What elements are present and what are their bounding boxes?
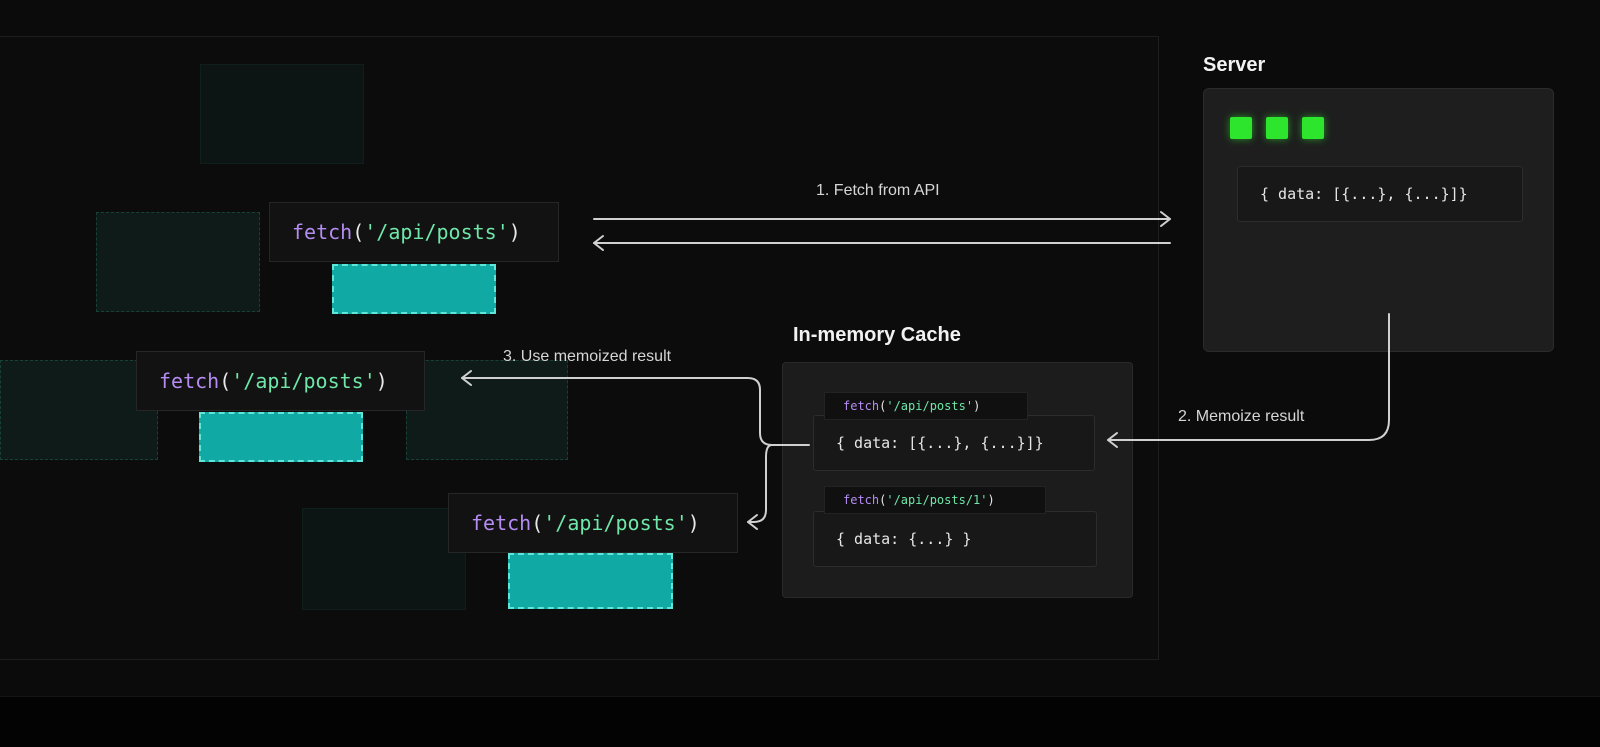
server-box: { data: [{...}, {...}]} (1203, 88, 1554, 352)
ghost-block (406, 360, 568, 460)
cache-key-paren-close: ) (973, 399, 981, 413)
fetch-paren-close: ) (508, 220, 521, 244)
cache-key-paren-close: ) (987, 493, 995, 507)
cache-key-paren-open: ( (879, 399, 887, 413)
status-light-icon (1266, 117, 1288, 139)
bottom-band (0, 696, 1600, 747)
cache-key-fn: fetch (843, 493, 880, 507)
cache-entry-value-text: { data: {...} } (836, 530, 972, 548)
fetch-paren-close: ) (687, 511, 700, 535)
component-block (508, 553, 673, 609)
step-label-memoize: 2. Memoize result (1178, 408, 1305, 425)
step-label-fetch: 1. Fetch from API (816, 182, 940, 199)
cache-entry-value-text: { data: [{...}, {...}]} (836, 434, 1044, 452)
server-response: { data: [{...}, {...}]} (1237, 166, 1523, 222)
fetch-fn: fetch (292, 220, 353, 244)
arrow-head-icon (1160, 211, 1171, 227)
fetch-call-card: fetch('/api/posts') (448, 493, 738, 553)
component-block (199, 412, 363, 462)
ghost-block (96, 212, 260, 312)
ghost-block (0, 360, 158, 460)
cache-entry-value: { data: [{...}, {...}]} (813, 415, 1095, 471)
fetch-call-card: fetch('/api/posts') (136, 351, 425, 411)
cache-entry-key: fetch('/api/posts/1') (824, 486, 1046, 514)
fetch-paren-close: ) (375, 369, 388, 393)
cache-key-arg: '/api/posts' (886, 399, 974, 413)
cache-key-arg: '/api/posts/1' (886, 493, 988, 507)
cache-entry-key: fetch('/api/posts') (824, 392, 1028, 420)
ghost-block (200, 64, 364, 164)
cache-box: { data: [{...}, {...}]} fetch('/api/post… (782, 362, 1133, 598)
fetch-paren-open: ( (531, 511, 544, 535)
fetch-fn: fetch (471, 511, 532, 535)
fetch-arg: '/api/posts' (543, 511, 688, 535)
cache-entry-value: { data: {...} } (813, 511, 1097, 567)
fetch-paren-open: ( (219, 369, 232, 393)
cache-key-fn: fetch (843, 399, 880, 413)
step-label-use-memoized: 3. Use memoized result (503, 348, 672, 365)
fetch-paren-open: ( (352, 220, 365, 244)
component-block (332, 264, 496, 314)
ghost-block (302, 508, 466, 610)
status-light-icon (1230, 117, 1252, 139)
fetch-fn: fetch (159, 369, 220, 393)
fetch-arg: '/api/posts' (364, 220, 509, 244)
fetch-arg: '/api/posts' (231, 369, 376, 393)
server-response-text: { data: [{...}, {...}]} (1260, 185, 1468, 203)
fetch-call-card: fetch('/api/posts') (269, 202, 559, 262)
status-light-icon (1302, 117, 1324, 139)
cache-key-paren-open: ( (879, 493, 887, 507)
server-title: Server (1203, 54, 1266, 76)
cache-title: In-memory Cache (793, 324, 961, 346)
diagram-stage: fetch('/api/posts') fetch('/api/posts') … (0, 0, 1600, 747)
